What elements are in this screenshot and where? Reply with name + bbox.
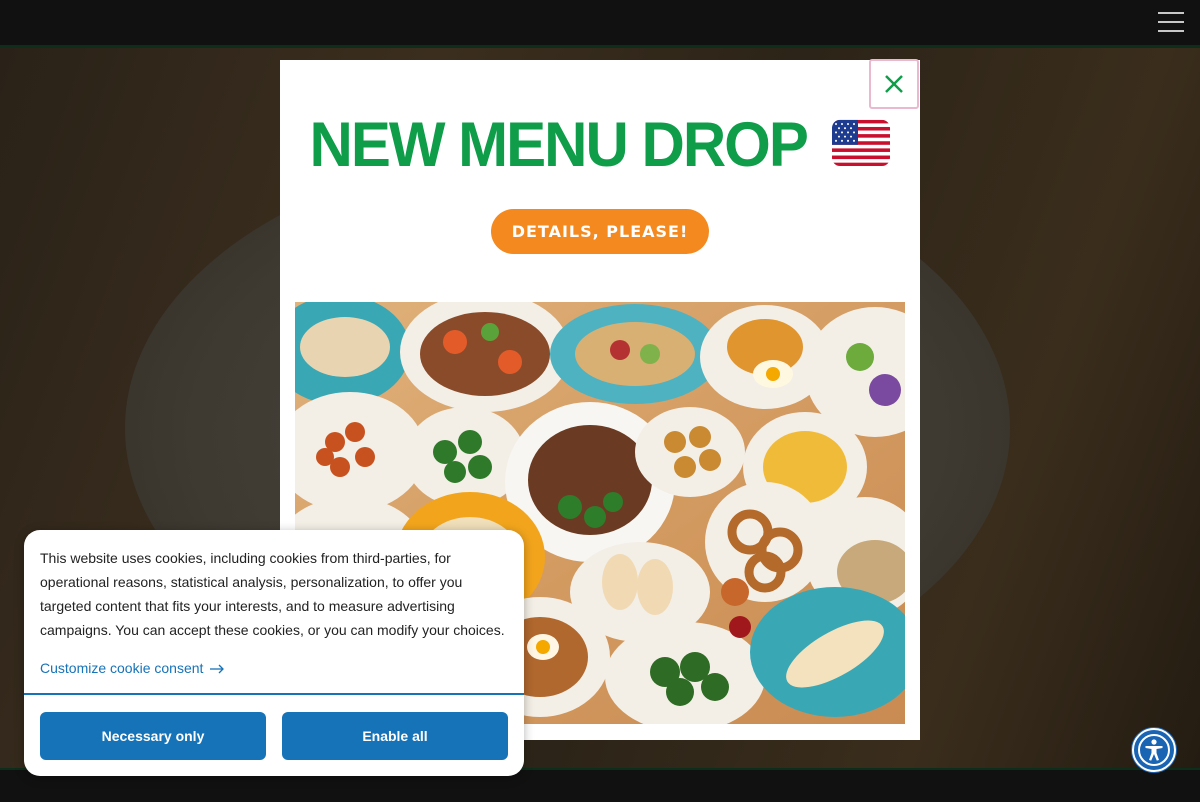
close-icon	[885, 75, 903, 93]
enable-all-button[interactable]: Enable all	[282, 712, 508, 760]
cookie-divider	[24, 693, 524, 695]
us-flag-icon	[832, 119, 891, 167]
top-header	[0, 0, 1200, 48]
close-button[interactable]	[869, 59, 919, 109]
cookie-message: This website uses cookies, including coo…	[40, 550, 505, 638]
customize-cookie-label: Customize cookie consent	[40, 660, 204, 676]
details-button[interactable]: DETAILS, PLEASE!	[491, 209, 709, 254]
necessary-only-button[interactable]: Necessary only	[40, 712, 266, 760]
hamburger-menu-icon[interactable]	[1158, 12, 1184, 32]
cookie-banner: This website uses cookies, including coo…	[24, 530, 524, 776]
arrow-right-icon	[210, 664, 225, 674]
modal-title: NEW MENU DROP	[280, 108, 920, 180]
accessibility-button[interactable]	[1132, 728, 1176, 772]
accessibility-icon	[1138, 734, 1170, 766]
customize-cookie-link[interactable]: Customize cookie consent	[40, 660, 225, 676]
modal-title-text: NEW MENU DROP	[309, 109, 808, 180]
